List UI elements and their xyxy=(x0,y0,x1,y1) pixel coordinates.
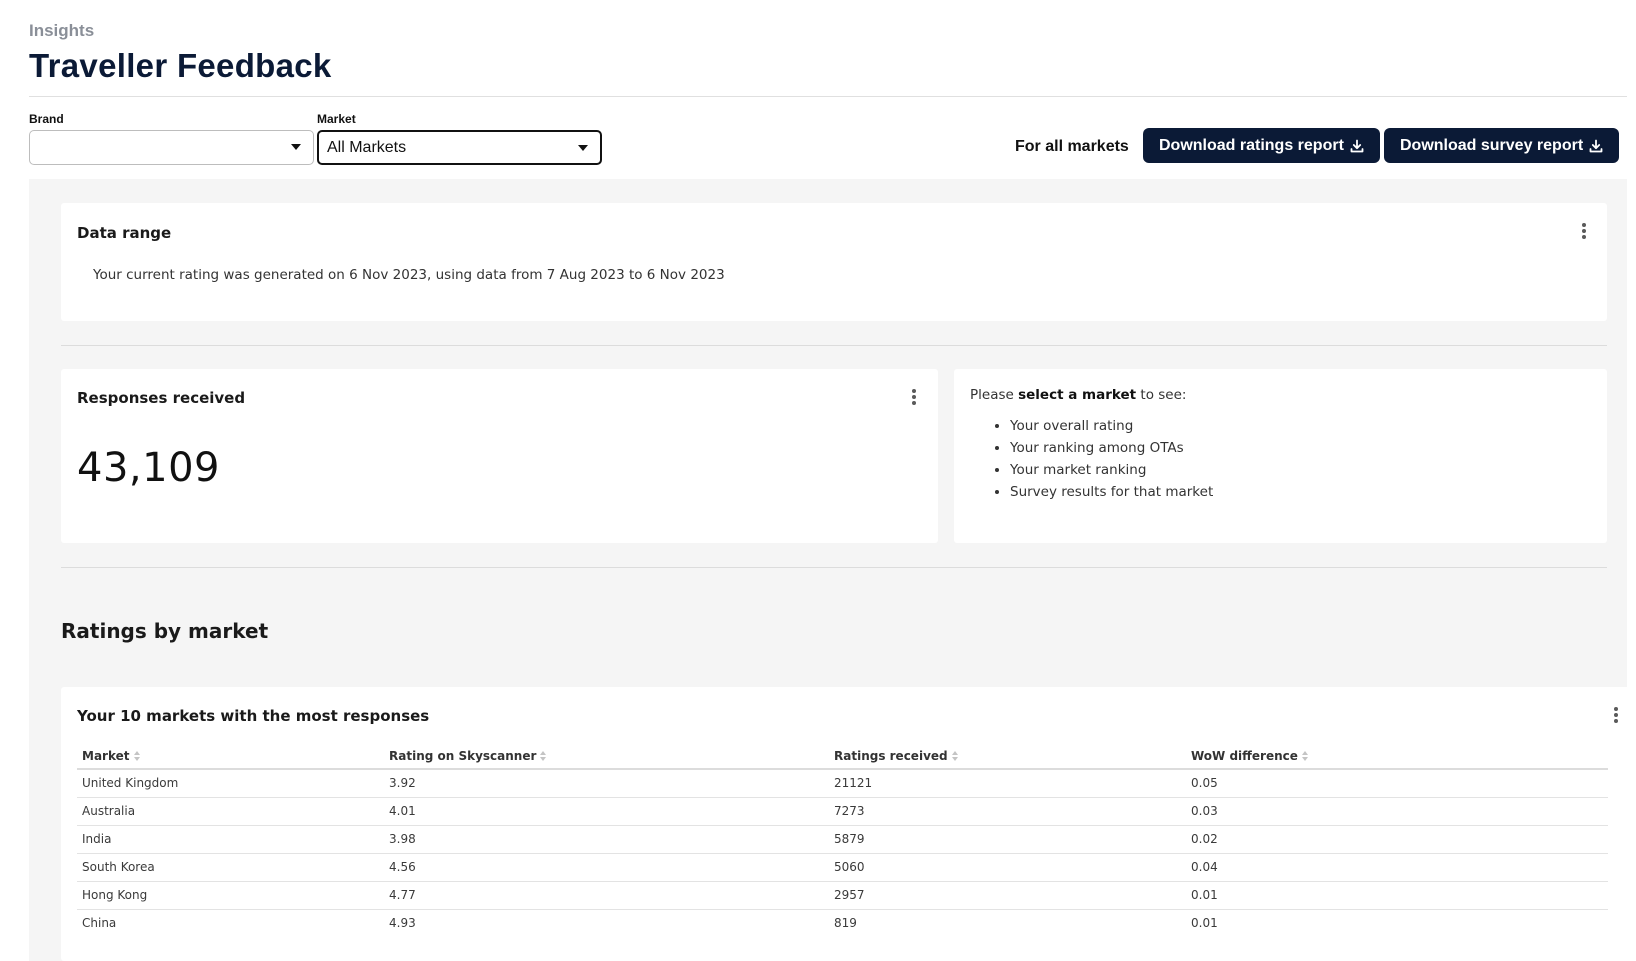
kebab-menu-icon[interactable] xyxy=(1582,223,1586,239)
rating-cell: 3.92 xyxy=(384,769,829,798)
responses-card: Responses received 43,109 xyxy=(61,369,938,543)
ratings-received-cell: 7273 xyxy=(829,797,1186,826)
caret-down-icon xyxy=(291,144,301,150)
wow-difference-cell: 0.01 xyxy=(1186,881,1608,910)
rating-cell: 4.93 xyxy=(389,916,416,931)
market-select[interactable]: All Markets xyxy=(317,130,602,165)
ratings-received-cell: 5879 xyxy=(829,825,1186,854)
kebab-menu-icon[interactable] xyxy=(1614,707,1618,723)
dashboard-panel: Data range Your current rating was gener… xyxy=(29,179,1636,961)
ratings-table-title: Your 10 markets with the most responses xyxy=(77,707,430,725)
column-header-wow-difference[interactable]: WoW difference xyxy=(1186,743,1608,770)
download-icon xyxy=(1350,139,1364,152)
wow-difference-cell: 0.01 xyxy=(1191,916,1218,931)
wow-difference-cell: 0.03 xyxy=(1186,797,1608,826)
header-divider xyxy=(29,96,1627,97)
brand-select[interactable] xyxy=(29,130,314,165)
data-range-description: Your current rating was generated on 6 N… xyxy=(93,267,725,283)
list-item: Survey results for that market xyxy=(1010,481,1213,503)
table-row: United Kingdom 3.92 21121 0.05 xyxy=(77,769,1608,798)
page-header: Insights Traveller Feedback xyxy=(29,20,1627,86)
sort-icon xyxy=(133,751,140,761)
rating-cell: 4.77 xyxy=(384,881,829,910)
brand-field: Brand xyxy=(29,112,314,165)
ratings-table: Market Rating on Skyscanner Ratings rece… xyxy=(77,743,1608,937)
list-item: Your market ranking xyxy=(1010,459,1213,481)
market-cell: China xyxy=(82,916,117,931)
market-prompt-list: Your overall rating Your ranking among O… xyxy=(1010,415,1213,503)
responses-title: Responses received xyxy=(77,389,246,407)
table-row: India 3.98 5879 0.02 xyxy=(77,825,1608,854)
sort-icon xyxy=(540,751,547,761)
scope-label: For all markets xyxy=(1015,138,1129,155)
brand-label: Brand xyxy=(29,112,64,126)
market-cell: United Kingdom xyxy=(77,769,384,798)
market-prompt: Please select a market to see: xyxy=(970,387,1187,403)
list-item: Your ranking among OTAs xyxy=(1010,437,1213,459)
wow-difference-cell: 0.05 xyxy=(1186,769,1608,798)
column-header-ratings-received[interactable]: Ratings received xyxy=(829,743,1186,770)
list-item: Your overall rating xyxy=(1010,415,1213,437)
table-row: Australia 4.01 7273 0.03 xyxy=(77,797,1608,826)
ratings-received-cell: 5060 xyxy=(829,853,1186,882)
market-cell: India xyxy=(77,825,384,854)
rating-cell: 4.01 xyxy=(384,797,829,826)
rating-cell: 3.98 xyxy=(384,825,829,854)
page-eyebrow: Insights xyxy=(29,21,95,40)
ratings-received-cell: 21121 xyxy=(829,769,1186,798)
market-prompt-card: Please select a market to see: Your over… xyxy=(954,369,1607,543)
caret-down-icon xyxy=(578,145,588,151)
ratings-section-heading: Ratings by market xyxy=(61,619,269,643)
section-divider xyxy=(61,567,1607,568)
ratings-received-cell: 2957 xyxy=(829,881,1186,910)
rating-cell: 4.56 xyxy=(384,853,829,882)
ratings-table-card: Your 10 markets with the most responses … xyxy=(61,687,1636,961)
sort-icon xyxy=(1301,751,1308,761)
download-survey-button[interactable]: Download survey report xyxy=(1384,128,1620,163)
wow-difference-cell: 0.02 xyxy=(1186,825,1608,854)
table-row: China 4.93 819 0.01 xyxy=(77,909,1608,937)
ratings-received-cell: 819 xyxy=(834,916,857,931)
sort-icon xyxy=(951,751,958,761)
column-header-rating[interactable]: Rating on Skyscanner xyxy=(384,743,829,770)
download-survey-label: Download survey report xyxy=(1400,137,1584,154)
page-title: Traveller Feedback xyxy=(29,47,332,84)
market-cell: Hong Kong xyxy=(77,881,384,910)
table-row: South Korea 4.56 5060 0.04 xyxy=(77,853,1608,882)
data-range-card: Data range Your current rating was gener… xyxy=(61,203,1607,321)
download-ratings-button[interactable]: Download ratings report xyxy=(1143,128,1380,163)
market-cell: South Korea xyxy=(77,853,384,882)
wow-difference-cell: 0.04 xyxy=(1186,853,1608,882)
download-icon xyxy=(1589,139,1603,152)
download-ratings-label: Download ratings report xyxy=(1159,137,1344,154)
section-divider xyxy=(61,345,1607,346)
data-range-title: Data range xyxy=(77,224,172,242)
table-header-row: Market Rating on Skyscanner Ratings rece… xyxy=(77,743,1608,770)
market-select-value: All Markets xyxy=(327,139,407,156)
kebab-menu-icon[interactable] xyxy=(912,389,916,405)
market-label: Market xyxy=(317,112,356,126)
responses-count: 43,109 xyxy=(77,445,220,491)
column-header-market[interactable]: Market xyxy=(77,743,384,770)
market-cell: Australia xyxy=(77,797,384,826)
market-field: Market All Markets xyxy=(317,112,602,165)
market-prompt-emphasis: select a market xyxy=(1018,387,1137,403)
table-row: Hong Kong 4.77 2957 0.01 xyxy=(77,881,1608,910)
